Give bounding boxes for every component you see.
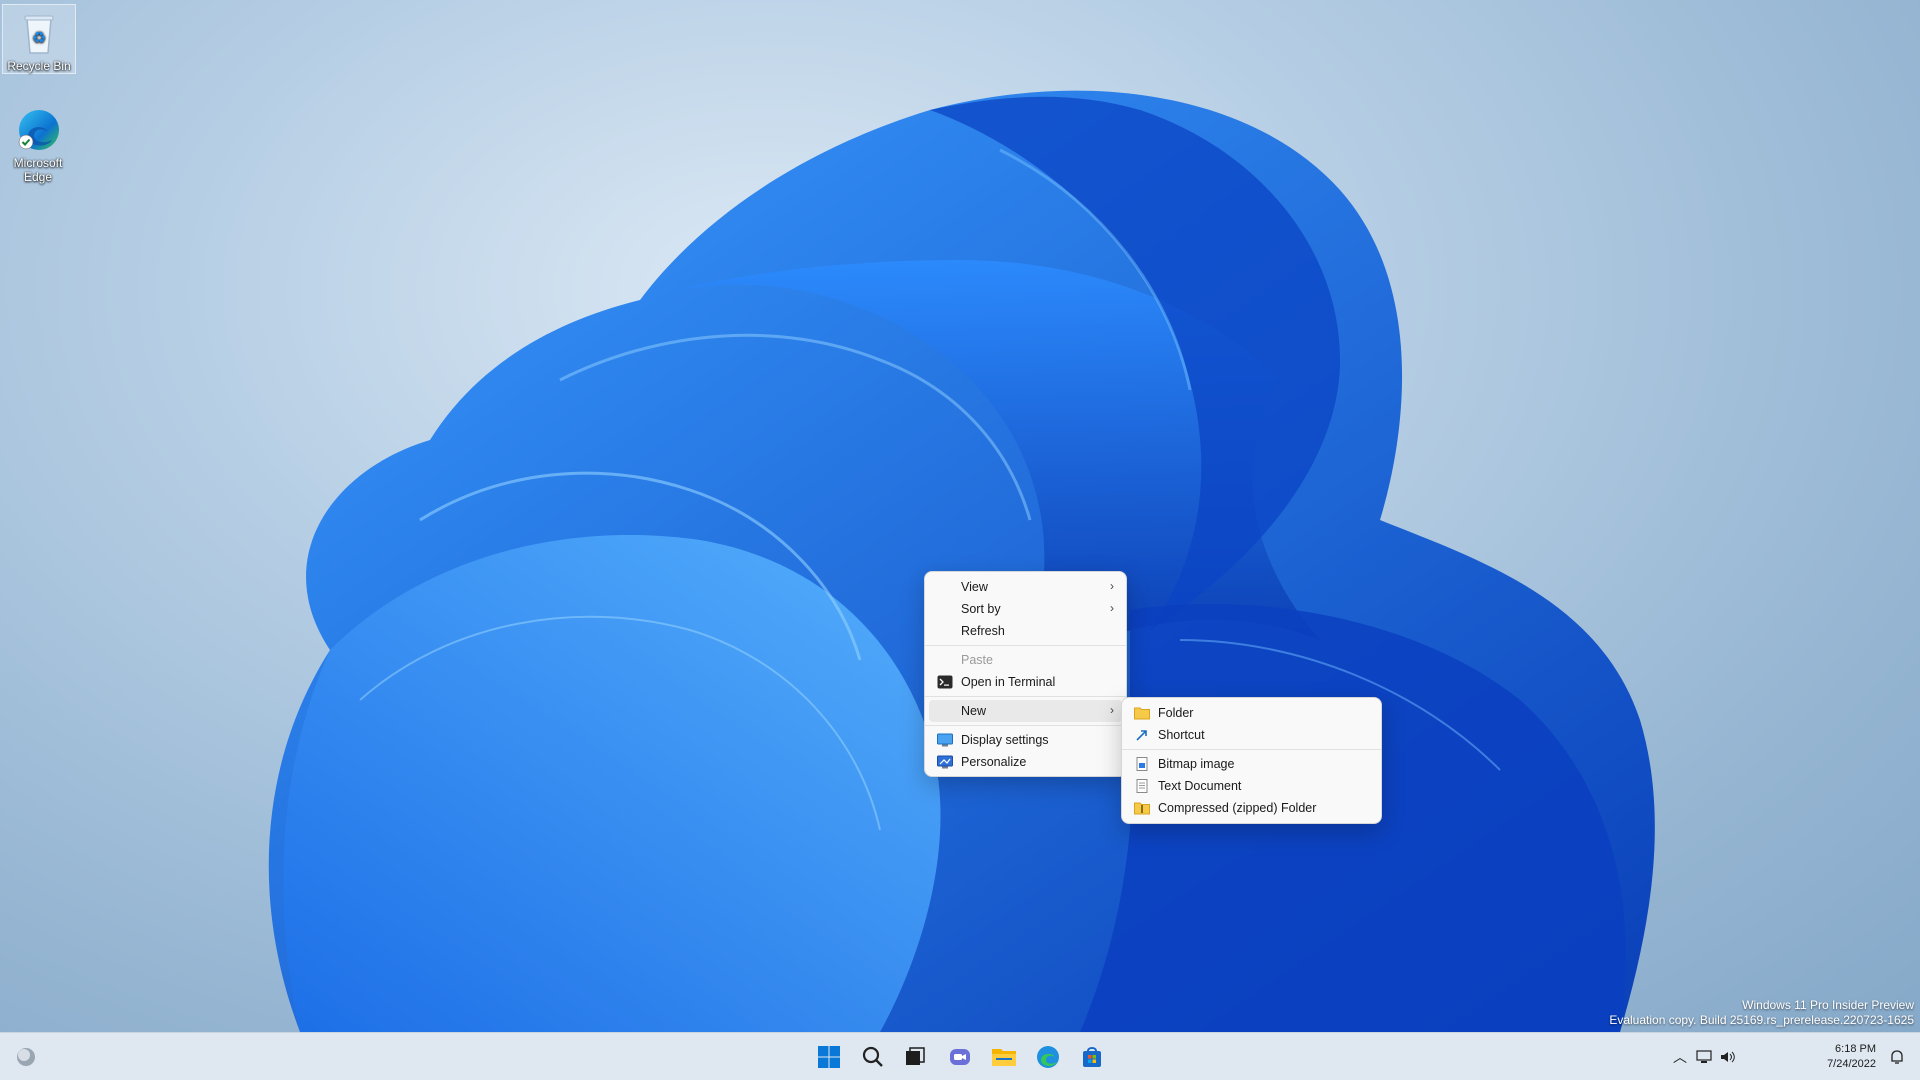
desktop-icon-edge[interactable]: Microsoft Edge bbox=[2, 102, 74, 184]
taskbar: ︿ 6:18 PM 7/24/2022 bbox=[0, 1032, 1920, 1080]
search-button[interactable] bbox=[856, 1041, 890, 1073]
store-icon bbox=[1083, 1047, 1101, 1067]
desktop-icon-recycle-bin[interactable]: ♻ Recycle Bin bbox=[2, 4, 76, 74]
network-icon[interactable] bbox=[1692, 1050, 1716, 1064]
menu-item-paste[interactable]: Paste bbox=[929, 649, 1122, 671]
menu-item-sort-by[interactable]: Sort by › bbox=[929, 598, 1122, 620]
menu-item-label: Personalize bbox=[961, 755, 1027, 769]
search-icon bbox=[862, 1046, 883, 1067]
chat-button[interactable] bbox=[943, 1041, 977, 1073]
notification-icon[interactable] bbox=[1888, 1048, 1906, 1066]
evaluation-watermark: Windows 11 Pro Insider Preview Evaluatio… bbox=[1609, 998, 1914, 1028]
chevron-right-icon: › bbox=[1110, 579, 1114, 593]
menu-separator bbox=[1122, 749, 1381, 750]
shortcut-icon bbox=[1134, 728, 1150, 742]
menu-item-new[interactable]: New › bbox=[929, 700, 1122, 722]
chat-icon bbox=[950, 1049, 970, 1065]
display-settings-icon bbox=[937, 733, 953, 747]
submenu-item-shortcut[interactable]: Shortcut bbox=[1126, 724, 1377, 746]
clock-time: 6:18 PM bbox=[1835, 1043, 1876, 1055]
menu-item-label: Compressed (zipped) Folder bbox=[1158, 801, 1317, 815]
terminal-icon bbox=[937, 675, 953, 689]
store-button[interactable] bbox=[1075, 1041, 1109, 1073]
menu-item-label: Open in Terminal bbox=[961, 675, 1056, 689]
wallpaper-bloom bbox=[268, 90, 1655, 1032]
text-document-icon bbox=[1134, 779, 1150, 793]
menu-item-label: Shortcut bbox=[1158, 728, 1205, 742]
chevron-right-icon: › bbox=[1110, 601, 1114, 615]
recycle-bin-icon: ♻ bbox=[15, 9, 63, 57]
edge-icon bbox=[14, 106, 62, 154]
file-explorer-button[interactable] bbox=[987, 1041, 1021, 1073]
bitmap-image-icon bbox=[1134, 757, 1150, 771]
edge-taskbar-button[interactable] bbox=[1031, 1041, 1065, 1073]
desktop-icon-label: Recycle Bin bbox=[7, 59, 71, 73]
menu-item-label: Text Document bbox=[1158, 779, 1242, 793]
menu-item-view[interactable]: View › bbox=[929, 576, 1122, 598]
menu-separator bbox=[925, 696, 1126, 697]
start-button[interactable] bbox=[812, 1041, 846, 1073]
task-view-icon bbox=[906, 1047, 925, 1065]
chevron-right-icon: › bbox=[1110, 703, 1114, 717]
zip-folder-icon bbox=[1134, 801, 1150, 815]
submenu-item-folder[interactable]: Folder bbox=[1126, 702, 1377, 724]
volume-icon[interactable] bbox=[1716, 1050, 1740, 1064]
system-tray: ︿ bbox=[1668, 1033, 1740, 1080]
personalize-icon bbox=[937, 755, 953, 769]
menu-item-label: New bbox=[961, 704, 987, 718]
watermark-line-2: Evaluation copy. Build 25169.rs_prerelea… bbox=[1609, 1013, 1914, 1027]
menu-item-display-settings[interactable]: Display settings bbox=[929, 729, 1122, 751]
menu-separator bbox=[925, 645, 1126, 646]
submenu-item-bitmap-image[interactable]: Bitmap image bbox=[1126, 753, 1377, 775]
menu-item-label: Sort by bbox=[961, 602, 1001, 616]
taskbar-clock[interactable]: 6:18 PM 7/24/2022 bbox=[1827, 1042, 1876, 1072]
menu-item-label: Display settings bbox=[961, 733, 1049, 747]
edge-icon bbox=[1037, 1046, 1059, 1068]
chevron-up-icon[interactable]: ︿ bbox=[1668, 1047, 1692, 1067]
folder-icon bbox=[1134, 706, 1150, 720]
submenu-item-compressed-folder[interactable]: Compressed (zipped) Folder bbox=[1126, 797, 1377, 819]
desktop[interactable]: ♻ Recycle Bin Microsoft Edge View › Sort… bbox=[0, 0, 1920, 1032]
menu-item-label: Refresh bbox=[961, 624, 1005, 638]
desktop-context-menu: View › Sort by › Refresh Paste Open in T… bbox=[924, 571, 1127, 777]
start-icon bbox=[818, 1046, 840, 1068]
menu-item-label: Paste bbox=[961, 653, 993, 667]
file-explorer-icon bbox=[992, 1049, 1016, 1066]
menu-item-label: View bbox=[961, 580, 988, 594]
menu-item-label: Folder bbox=[1158, 706, 1194, 720]
task-view-button[interactable] bbox=[898, 1041, 932, 1073]
menu-item-personalize[interactable]: Personalize bbox=[929, 751, 1122, 773]
watermark-line-1: Windows 11 Pro Insider Preview bbox=[1742, 998, 1914, 1012]
menu-separator bbox=[925, 725, 1126, 726]
svg-text:♻: ♻ bbox=[32, 28, 46, 47]
menu-item-refresh[interactable]: Refresh bbox=[929, 620, 1122, 642]
clock-date: 7/24/2022 bbox=[1827, 1058, 1876, 1070]
new-submenu: Folder Shortcut Bitmap image Text Docume… bbox=[1121, 697, 1382, 824]
desktop-icon-label: Microsoft Edge bbox=[13, 156, 63, 184]
menu-item-label: Bitmap image bbox=[1158, 757, 1235, 771]
submenu-item-text-document[interactable]: Text Document bbox=[1126, 775, 1377, 797]
weather-widget-icon[interactable] bbox=[14, 1045, 38, 1069]
menu-item-open-in-terminal[interactable]: Open in Terminal bbox=[929, 671, 1122, 693]
